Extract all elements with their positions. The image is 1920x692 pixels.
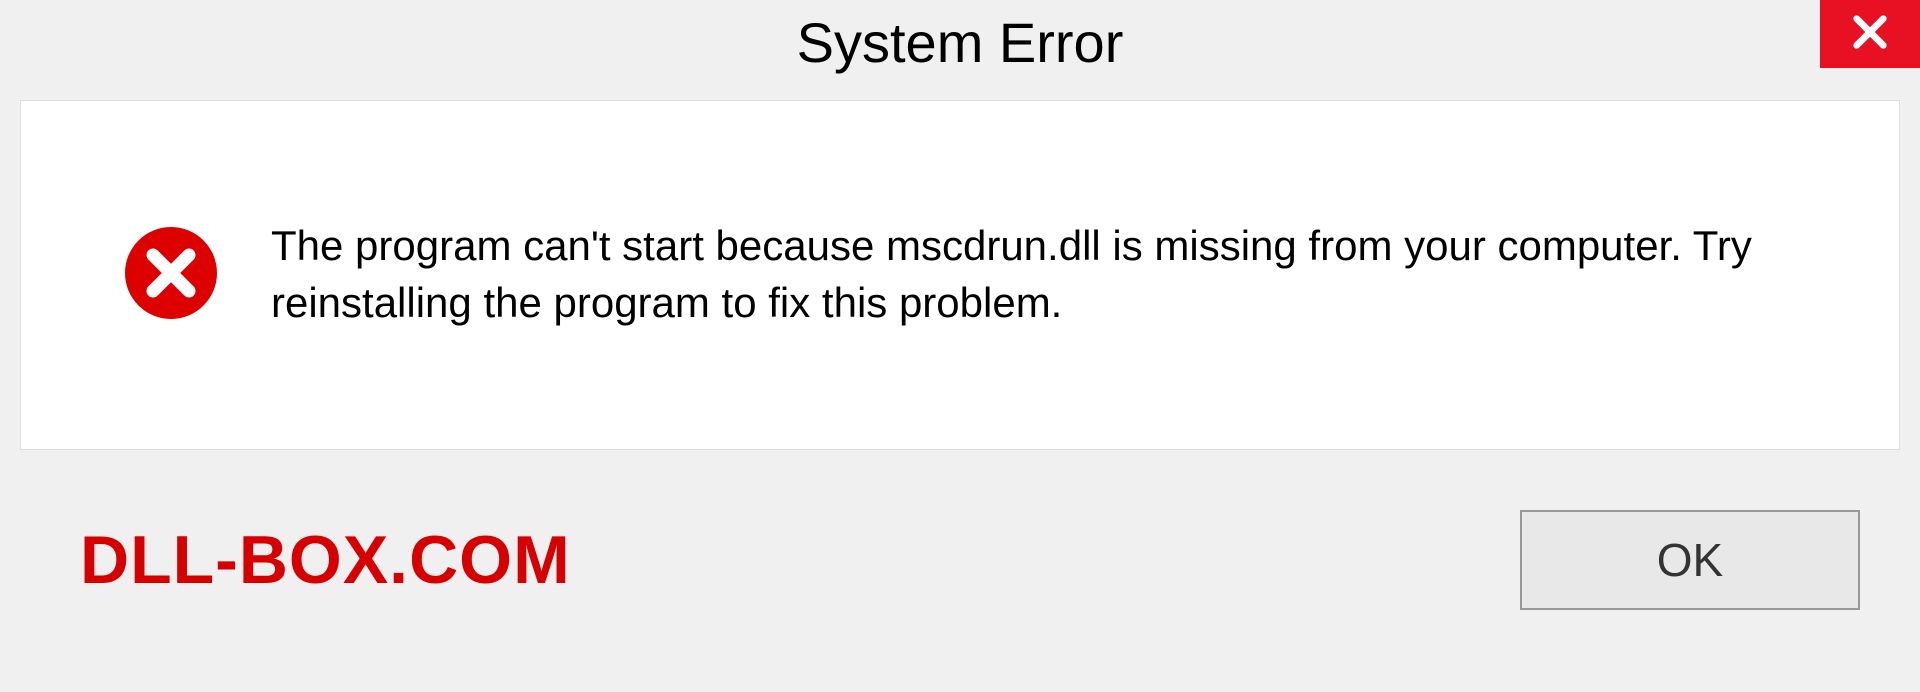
close-button[interactable] bbox=[1820, 0, 1920, 68]
brand-watermark: DLL-BOX.COM bbox=[80, 521, 571, 599]
content-area: The program can't start because mscdrun.… bbox=[20, 100, 1900, 450]
bottom-bar: DLL-BOX.COM OK bbox=[20, 450, 1900, 670]
close-icon bbox=[1850, 12, 1890, 57]
title-bar: System Error bbox=[0, 0, 1920, 90]
error-icon bbox=[121, 223, 221, 328]
ok-button-label: OK bbox=[1657, 533, 1723, 587]
error-message: The program can't start because mscdrun.… bbox=[271, 218, 1799, 331]
ok-button[interactable]: OK bbox=[1520, 510, 1860, 610]
window-title: System Error bbox=[797, 10, 1124, 75]
